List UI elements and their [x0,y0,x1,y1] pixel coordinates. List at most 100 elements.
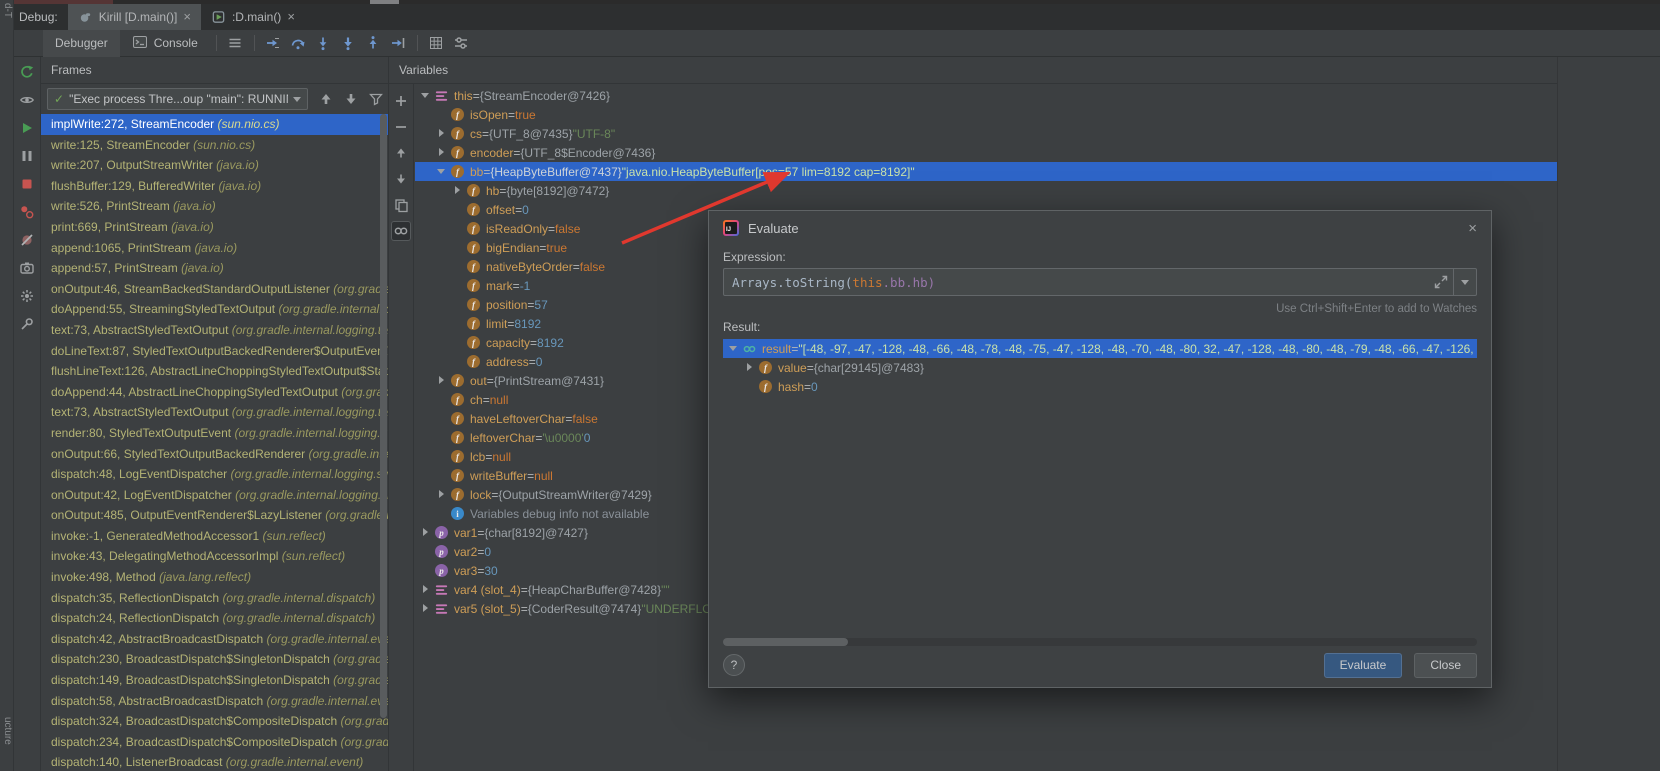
stack-frame-row[interactable]: print:669, PrintStream (java.io) [41,217,388,238]
tree-row[interactable]: f isOpen = true [415,105,1557,124]
stack-frame-row[interactable]: dispatch:324, BroadcastDispatch$Composit… [41,711,388,732]
move-up-icon[interactable] [391,143,411,163]
tree-row[interactable]: f encoder = {UTF_8$Encoder@7436} [415,143,1557,162]
show-execution-point-icon[interactable] [261,32,286,54]
layout-settings-icon[interactable] [449,32,474,54]
tree-row[interactable]: this = {StreamEncoder@7426} [415,86,1557,105]
expand-toggle-icon[interactable] [419,602,432,615]
stack-frame-row[interactable]: invoke:43, DelegatingMethodAccessorImpl … [41,546,388,567]
stack-frame-row[interactable]: doAppend:55, StreamingStyledTextOutput (… [41,299,388,320]
next-frame-icon[interactable] [338,88,363,110]
filter-frames-icon[interactable] [363,88,388,110]
evaluate-dialog-titlebar[interactable]: IJ Evaluate × [709,211,1491,245]
stack-frame-row[interactable]: write:125, StreamEncoder (sun.nio.cs) [41,135,388,156]
stripe-label-bottom[interactable]: ucture [0,717,13,745]
tree-row[interactable]: f hb = {byte[8192]@7472} [415,181,1557,200]
expand-toggle-icon[interactable] [435,374,448,387]
expand-toggle-icon[interactable] [451,184,464,197]
tab-console[interactable]: Console [120,30,210,57]
expand-toggle-icon[interactable] [419,583,432,596]
stack-frame-row[interactable]: text:73, AbstractStyledTextOutput (org.g… [41,402,388,423]
expression-code[interactable]: Arrays.toString(this.bb.hb) [724,275,1429,290]
add-watch-icon[interactable] [391,91,411,111]
collapse-toggle-icon[interactable] [419,89,432,102]
step-over-icon[interactable] [286,32,311,54]
evaluate-button[interactable]: Evaluate [1323,652,1403,678]
stack-frame-row[interactable]: write:526, PrintStream (java.io) [41,196,388,217]
stack-frame-row[interactable]: flushLineText:126, AbstractLineChoppingS… [41,361,388,382]
force-step-into-icon[interactable] [336,32,361,54]
stack-frame-row[interactable]: onOutput:66, StyledTextOutputBackedRende… [41,444,388,465]
close-tab-icon[interactable]: × [287,10,295,24]
stack-frame-row[interactable]: write:207, OutputStreamWriter (java.io) [41,155,388,176]
expression-input[interactable]: Arrays.toString(this.bb.hb) [723,268,1477,296]
stack-frame-row[interactable]: onOutput:42, LogEventDispatcher (org.gra… [41,485,388,506]
pause-icon[interactable] [16,146,38,166]
view-breakpoints-icon[interactable] [16,202,38,222]
expand-toggle-icon[interactable] [435,488,448,501]
eye-icon[interactable] [16,90,38,110]
stack-frame-row[interactable]: doAppend:44, AbstractLineChoppingStyledT… [41,382,388,403]
stack-frame-row[interactable]: text:73, AbstractStyledTextOutput (org.g… [41,320,388,341]
show-watches-icon[interactable] [391,221,411,241]
close-button[interactable]: Close [1414,652,1477,678]
view-as-grid-icon[interactable] [424,32,449,54]
stack-frame-row[interactable]: dispatch:230, BroadcastDispatch$Singleto… [41,649,388,670]
stack-frame-row[interactable]: onOutput:46, StreamBackedStandardOutputL… [41,279,388,300]
stack-frame-row[interactable]: implWrite:272, StreamEncoder (sun.nio.cs… [41,114,388,135]
thread-dump-icon[interactable] [16,258,38,278]
stack-frame-row[interactable]: dispatch:24, ReflectionDispatch (org.gra… [41,608,388,629]
remove-watch-icon[interactable] [391,117,411,137]
close-icon[interactable]: × [1468,220,1477,237]
tree-row[interactable]: f bb = {HeapByteBuffer@7437} "java.nio.He… [415,162,1557,181]
step-into-icon[interactable] [311,32,336,54]
close-tab-icon[interactable]: × [183,10,191,24]
stack-frame-row[interactable]: dispatch:140, ListenerBroadcast (org.gra… [41,752,388,771]
rerun-debug-icon[interactable] [16,62,38,82]
expand-editor-icon[interactable] [1429,274,1453,290]
frames-scrollbar[interactable] [380,114,387,718]
collapse-toggle-icon[interactable] [435,165,448,178]
stack-frame-row[interactable]: flushBuffer:129, BufferedWriter (java.io… [41,176,388,197]
stack-frame-row[interactable]: dispatch:35, ReflectionDispatch (org.gra… [41,588,388,609]
pin-icon[interactable] [16,314,38,334]
tab-debugger[interactable]: Debugger [43,29,120,57]
expand-toggle-icon[interactable] [743,361,756,374]
thread-selector[interactable]: ✓ "Exec process Thre...oup "main": RUNNI… [47,88,308,110]
stack-frame-row[interactable]: doLineText:87, StyledTextOutputBackedRen… [41,341,388,362]
mute-breakpoints-icon[interactable] [16,230,38,250]
move-down-icon[interactable] [391,169,411,189]
stack-frame-row[interactable]: dispatch:149, BroadcastDispatch$Singleto… [41,670,388,691]
run-to-cursor-icon[interactable] [386,32,411,54]
prev-frame-icon[interactable] [313,88,338,110]
stack-frame-row[interactable]: invoke:498, Method (java.lang.reflect) [41,567,388,588]
stop-icon[interactable] [16,174,38,194]
expand-toggle-icon[interactable] [435,127,448,140]
settings-icon[interactable] [16,286,38,306]
collapse-toggle-icon[interactable] [727,342,740,355]
tree-row[interactable]: f hash = 0 [723,377,1477,396]
stripe-label-top[interactable]: d-T [0,3,13,18]
expression-history-dropdown[interactable] [1453,269,1476,295]
expand-toggle-icon[interactable] [435,146,448,159]
stack-frame-row[interactable]: dispatch:42, AbstractBroadcastDispatch (… [41,629,388,650]
tree-row[interactable]: f value = {char[29145]@7483} [723,358,1477,377]
stack-frame-row[interactable]: dispatch:234, BroadcastDispatch$Composit… [41,732,388,753]
debug-session-tab-dmain[interactable]: :D.main() × [201,4,305,30]
step-out-icon[interactable] [361,32,386,54]
stack-frame-row[interactable]: dispatch:48, LogEventDispatcher (org.gra… [41,464,388,485]
stack-frame-row[interactable]: append:57, PrintStream (java.io) [41,258,388,279]
expand-toggle-icon[interactable] [419,526,432,539]
stack-frame-row[interactable]: append:1065, PrintStream (java.io) [41,238,388,259]
stack-frame-row[interactable]: dispatch:58, AbstractBroadcastDispatch (… [41,691,388,712]
menu-icon[interactable] [223,32,248,54]
resume-icon[interactable] [16,118,38,138]
stack-frame-row[interactable]: onOutput:485, OutputEventRenderer$LazyLi… [41,505,388,526]
stack-frame-row[interactable]: invoke:-1, GeneratedMethodAccessor1 (sun… [41,526,388,547]
help-button[interactable]: ? [723,654,745,676]
tree-row[interactable]: f cs = {UTF_8@7435} "UTF-8" [415,124,1557,143]
debug-session-tab-kirill[interactable]: Kirill [D.main()] × [67,4,201,30]
copy-icon[interactable] [391,195,411,215]
tree-row[interactable]: result = "[-48, -97, -47, -128, -48, -66… [723,339,1477,358]
stack-frame-row[interactable]: render:80, StyledTextOutputEvent (org.gr… [41,423,388,444]
